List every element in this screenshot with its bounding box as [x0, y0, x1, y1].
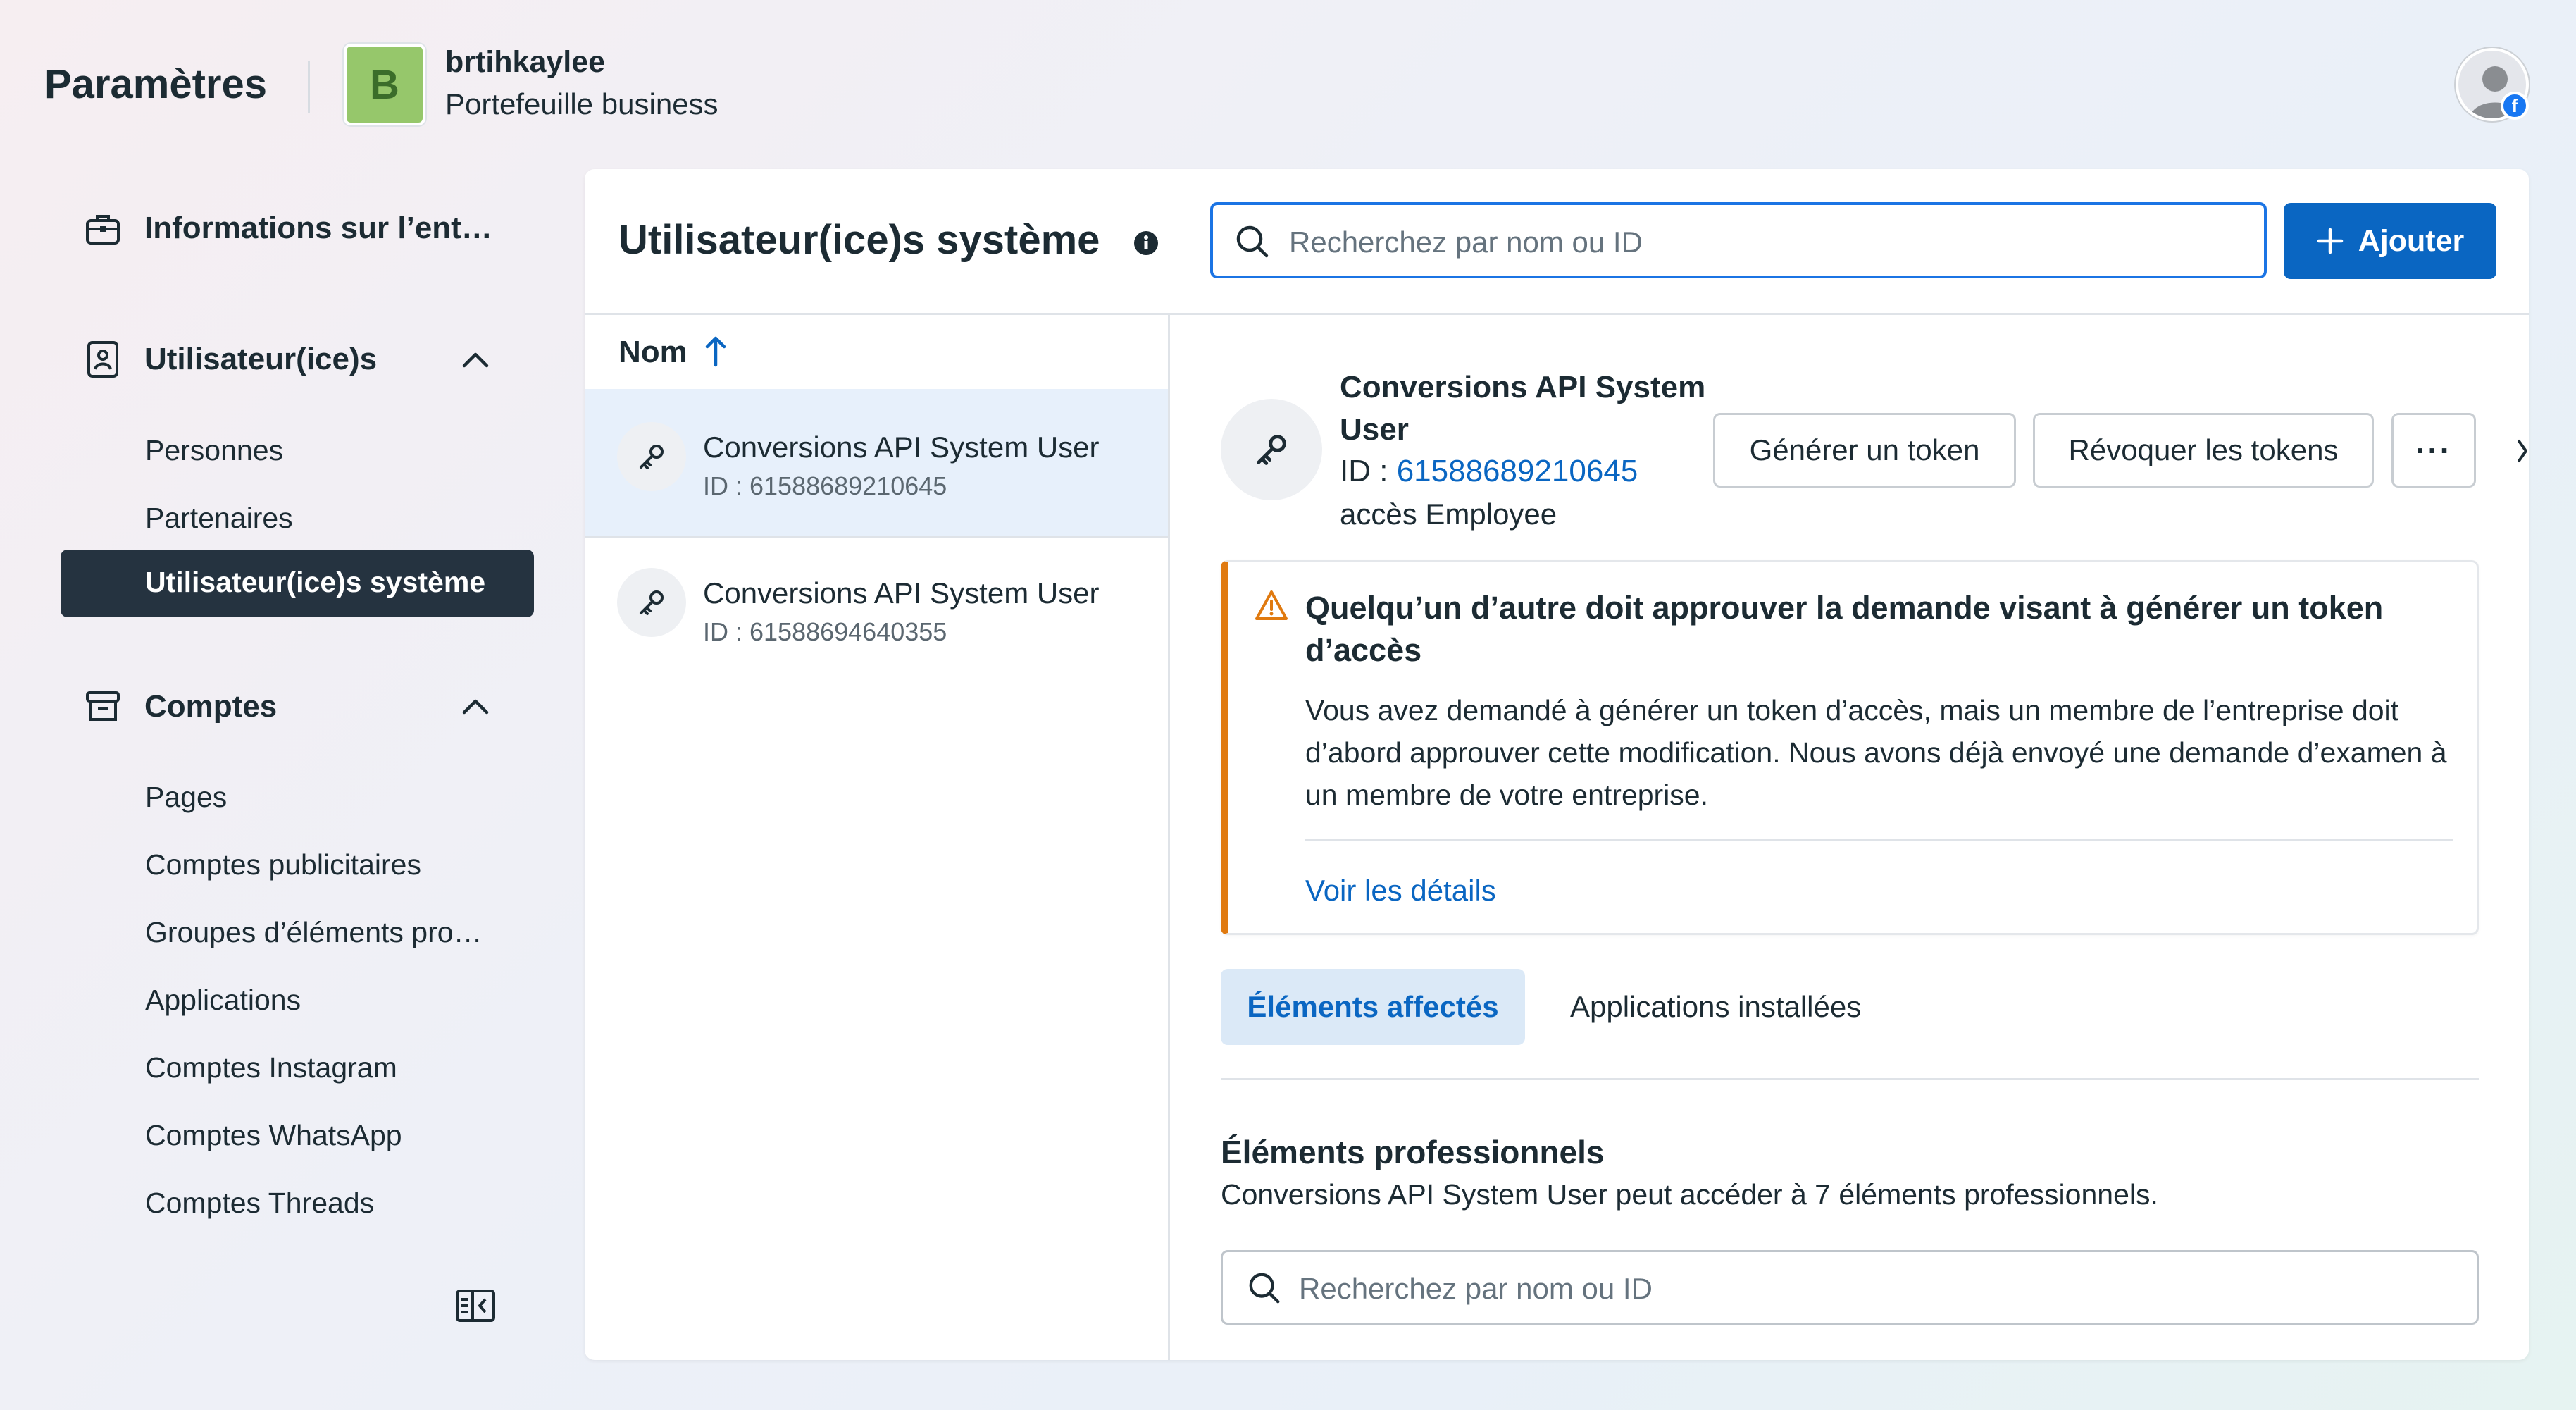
- sidebar-item-instagram[interactable]: Comptes Instagram: [145, 1051, 397, 1084]
- sidebar-item-system-users-label: Utilisateur(ice)s système: [145, 566, 486, 598]
- search-icon: [1247, 1270, 1282, 1309]
- system-user-name: Conversions API System User: [1340, 370, 1706, 447]
- sidebar-item-threads[interactable]: Comptes Threads: [145, 1187, 374, 1220]
- sort-ascending-icon[interactable]: [702, 333, 730, 373]
- sidebar-item-asset-groups[interactable]: Groupes d’éléments pro…: [145, 916, 483, 949]
- sidebar-item-partners[interactable]: Partenaires: [145, 502, 293, 535]
- row-id: ID : 61588689210645: [703, 471, 947, 500]
- row-name: Conversions API System User: [703, 431, 1100, 464]
- system-user-id: ID : 61588689210645: [1340, 454, 1638, 488]
- sidebar-item-pages[interactable]: Pages: [145, 781, 227, 814]
- revoke-tokens-button[interactable]: Révoquer les tokens: [2033, 413, 2374, 488]
- sidebar-section-accounts[interactable]: Comptes: [144, 689, 277, 724]
- key-icon: [1221, 399, 1322, 500]
- sidebar-item-company-info[interactable]: Informations sur l’ent…: [144, 211, 492, 246]
- header-divider: [585, 313, 2529, 315]
- section-title: Éléments professionnels: [1221, 1134, 1605, 1170]
- plus-icon: [2317, 228, 2343, 254]
- chevron-right-icon[interactable]: [2518, 435, 2528, 470]
- column-divider: [1168, 313, 1170, 1360]
- sidebar-item-apps[interactable]: Applications: [145, 984, 301, 1017]
- sidebar-item-whatsapp[interactable]: Comptes WhatsApp: [145, 1119, 402, 1152]
- search-input[interactable]: Recherchez par nom ou ID: [1210, 202, 2267, 278]
- add-button[interactable]: Ajouter: [2284, 203, 2496, 279]
- key-icon: [617, 568, 686, 637]
- key-icon: [617, 422, 686, 491]
- tabs-divider: [1221, 1078, 2479, 1080]
- archive-box-icon: [83, 687, 123, 726]
- assets-search-placeholder: Recherchez par nom ou ID: [1299, 1272, 1653, 1305]
- tab-installed-apps[interactable]: Applications installées: [1570, 990, 1861, 1024]
- column-header-name[interactable]: Nom: [618, 335, 687, 370]
- sidebar-section-users[interactable]: Utilisateur(ice)s: [144, 342, 377, 377]
- business-avatar[interactable]: B: [344, 44, 425, 125]
- alert-body: Vous avez demandé à générer un token d’a…: [1305, 694, 2447, 811]
- row-name: Conversions API System User: [703, 576, 1100, 610]
- chevron-up-icon[interactable]: [456, 686, 495, 726]
- sidebar-item-people[interactable]: Personnes: [145, 434, 283, 467]
- system-user-access: accès Employee: [1340, 497, 1557, 531]
- system-user-id-link[interactable]: 61588689210645: [1397, 454, 1638, 488]
- generate-token-button[interactable]: Générer un token: [1713, 413, 2016, 488]
- facebook-icon: f: [2501, 92, 2529, 120]
- info-icon[interactable]: [1133, 230, 1159, 256]
- add-button-label: Ajouter: [2358, 223, 2465, 258]
- assets-search-input[interactable]: Recherchez par nom ou ID: [1221, 1250, 2479, 1325]
- alert-divider: [1305, 839, 2453, 841]
- panel-title: Utilisateur(ice)s système: [618, 217, 1100, 263]
- search-placeholder: Recherchez par nom ou ID: [1289, 225, 1643, 259]
- search-icon: [1234, 223, 1271, 264]
- chevron-up-icon[interactable]: [456, 340, 495, 379]
- alert-title: Quelqu’un d’autre doit approuver la dema…: [1305, 590, 2384, 668]
- sidebar-item-ad-accounts[interactable]: Comptes publicitaires: [145, 848, 421, 882]
- more-options-button[interactable]: ···: [2391, 413, 2476, 488]
- page-title: Paramètres: [44, 61, 267, 107]
- briefcase-icon: [83, 209, 123, 249]
- business-name[interactable]: brtihkaylee: [445, 45, 605, 80]
- header-divider: [308, 61, 310, 113]
- warning-icon: [1254, 589, 1289, 625]
- section-description: Conversions API System User peut accéder…: [1221, 1178, 2158, 1211]
- row-id: ID : 61588694640355: [703, 617, 947, 646]
- id-badge-icon: [83, 340, 123, 379]
- view-details-link[interactable]: Voir les détails: [1305, 874, 1496, 908]
- business-type: Portefeuille business: [445, 87, 718, 120]
- collapse-sidebar-icon[interactable]: [454, 1288, 497, 1325]
- tab-affected-assets[interactable]: Éléments affectés: [1221, 969, 1525, 1045]
